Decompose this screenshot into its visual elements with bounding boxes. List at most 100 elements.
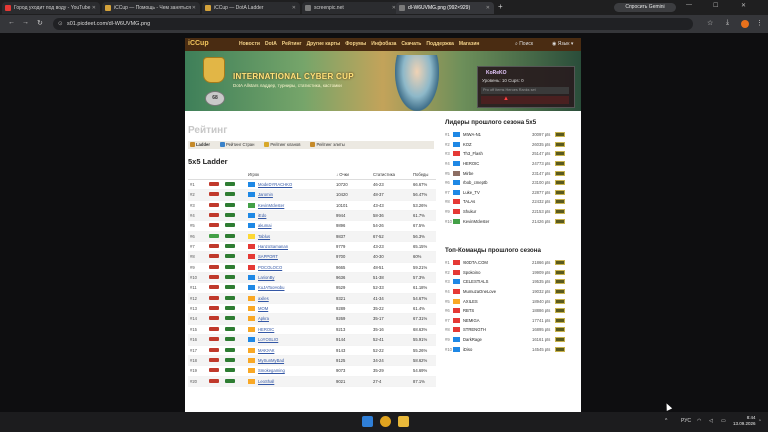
- list-item[interactable]: #10 iDiso 14545 pts: [445, 345, 571, 355]
- list-item[interactable]: #9 DarkRage 16161 pts: [445, 335, 571, 345]
- player-link[interactable]: KuJATooHobu: [258, 283, 284, 292]
- player-link[interactable]: LarionBy: [258, 273, 275, 282]
- close-tab-icon[interactable]: ✕: [292, 2, 296, 14]
- list-item[interactable]: #9 Shukur 22153 pts: [445, 207, 571, 217]
- site-logo[interactable]: iCCup: [188, 40, 209, 47]
- browser-tab-iccup-ladder[interactable]: iCCup — DotA Ladder ✕: [202, 2, 300, 14]
- tab-country-rating[interactable]: Рейтинг Стран: [219, 141, 254, 149]
- list-item[interactable]: #7 Luke_TV 22877 pts: [445, 188, 571, 198]
- item-name[interactable]: rbob_cmeptb: [463, 178, 487, 187]
- site-info-icon[interactable]: ⊙: [58, 18, 63, 30]
- bookmark-star-icon[interactable]: ☆: [707, 19, 713, 27]
- player-link[interactable]: LoYOSLIO: [258, 335, 278, 344]
- nav-rating[interactable]: Рейтинг: [282, 41, 302, 47]
- nav-download[interactable]: Скачать: [401, 41, 421, 47]
- address-bar[interactable]: ⊙ s01.picdeet.com/dl-W6UVMG.png: [53, 18, 693, 30]
- profile-avatar[interactable]: [741, 20, 749, 28]
- close-tab-icon[interactable]: ✕: [92, 2, 96, 14]
- nav-shop[interactable]: Магазин: [459, 41, 480, 47]
- player-link[interactable]: POCOLOCO: [258, 263, 282, 272]
- close-tab-icon[interactable]: ✕: [486, 2, 490, 14]
- maximize-icon[interactable]: ☐: [713, 2, 718, 9]
- list-item[interactable]: #3 Th3_Flash 25147 pts: [445, 149, 571, 159]
- col-points[interactable]: ↓ Очки: [336, 171, 349, 179]
- player-link[interactable]: akumai: [258, 221, 272, 230]
- tab-clan-rating[interactable]: Рейтинг кланов: [264, 141, 300, 149]
- list-item[interactable]: #8 TALAs 22432 pts: [445, 197, 571, 207]
- user-stats-bar[interactable]: Pro off Items Heroes Ranks set: [481, 87, 569, 94]
- player-link[interactable]: KevinMclester: [258, 201, 284, 210]
- list-item[interactable]: #5 AXILES 18940 pts: [445, 297, 571, 307]
- list-item[interactable]: #6 RBTS 18886 pts: [445, 306, 571, 316]
- list-item[interactable]: #6 rbob_cmeptb 23100 pts: [445, 178, 571, 188]
- windows-start-icon[interactable]: [362, 416, 373, 427]
- item-name[interactable]: KevinMclester: [463, 217, 489, 226]
- list-item[interactable]: #5 Mirbe 23147 pts: [445, 169, 571, 179]
- item-name[interactable]: RBTS: [463, 306, 474, 315]
- item-name[interactable]: CELESTIALS: [463, 277, 488, 286]
- browser-tab-image[interactable]: dl-W6UVMG.png (992×929) ✕: [396, 2, 494, 14]
- list-item[interactable]: #7 NEMIGA 17741 pts: [445, 316, 571, 326]
- item-name[interactable]: HEROIC: [463, 159, 479, 168]
- nav-other-maps[interactable]: Другие карты: [307, 41, 341, 47]
- item-name[interactable]: NEMIGA: [463, 316, 480, 325]
- list-item[interactable]: #1 MIWA-N1 30097 pts: [445, 130, 571, 140]
- item-name[interactable]: DarkRage: [463, 335, 482, 344]
- menu-dots-icon[interactable]: ⋮: [756, 19, 763, 27]
- list-item[interactable]: #2 Spokoino 19909 pts: [445, 268, 571, 278]
- minimize-icon[interactable]: —: [686, 2, 692, 8]
- taskbar-clock[interactable]: 8:44 13.09.2026: [733, 415, 756, 427]
- list-item[interactable]: #4 MumuzaOneLove 19032 pts: [445, 287, 571, 297]
- player-link[interactable]: HEROIC: [258, 325, 274, 334]
- player-link[interactable]: Smokegaming: [258, 366, 285, 375]
- item-name[interactable]: iDiso: [463, 345, 472, 354]
- new-tab-icon[interactable]: +: [498, 2, 503, 11]
- browser-tab-iccup-help[interactable]: iCCup — Помощь - Чем заняться ✕: [102, 2, 200, 14]
- list-item[interactable]: #1 !60DTA.COM 21866 pts: [445, 258, 571, 268]
- list-item[interactable]: #4 HEROIC 24773 pts: [445, 159, 571, 169]
- nav-infobase[interactable]: Инфобаза: [371, 41, 396, 47]
- col-player[interactable]: Игрок: [248, 171, 259, 179]
- close-window-icon[interactable]: ✕: [741, 2, 746, 9]
- player-link[interactable]: LeoShall: [258, 377, 274, 386]
- user-name[interactable]: KoReKO: [486, 70, 507, 76]
- list-item[interactable]: #8 STRENGTH 16895 pts: [445, 325, 571, 335]
- keyboard-layout[interactable]: РУС: [681, 418, 691, 424]
- item-name[interactable]: Th3_Flash: [463, 149, 483, 158]
- item-name[interactable]: STRENGTH: [463, 325, 486, 334]
- download-icon[interactable]: ⤓: [726, 19, 729, 27]
- nav-news[interactable]: Новости: [239, 41, 260, 47]
- player-link[interactable]: axiles: [258, 294, 269, 303]
- item-name[interactable]: MumuzaOneLove: [463, 287, 496, 296]
- player-link[interactable]: MySunMyBad: [258, 356, 284, 365]
- user-alert-bar[interactable]: ▲: [481, 96, 569, 104]
- col-wins[interactable]: Победы: [413, 171, 428, 179]
- item-name[interactable]: TALAs: [463, 197, 475, 206]
- item-name[interactable]: Luke_TV: [463, 188, 480, 197]
- player-link[interactable]: Jaromin: [258, 190, 273, 199]
- tab-elite-rating[interactable]: Рейтинг элиты: [310, 141, 345, 149]
- player-link[interactable]: МОМ: [258, 304, 268, 313]
- forward-icon[interactable]: →: [22, 19, 29, 26]
- browser-tab-screenpic[interactable]: screenpic.net ✕: [302, 2, 400, 14]
- player-link[interactable]: SAPPORT: [258, 252, 278, 261]
- player-link[interactable]: ModeDYRACHKO: [258, 180, 292, 189]
- nav-support[interactable]: Поддержка: [426, 41, 454, 47]
- language-selector[interactable]: ◉ Язык ▾: [552, 41, 573, 47]
- player-link[interactable]: Apkra: [258, 314, 269, 323]
- tray-chevron-icon[interactable]: ^: [665, 418, 667, 424]
- battery-icon[interactable]: ▭: [721, 418, 726, 424]
- file-explorer-icon[interactable]: [398, 416, 409, 427]
- item-name[interactable]: !60DTA.COM: [463, 258, 488, 267]
- player-link[interactable]: МАКУАК: [258, 346, 274, 355]
- player-link[interactable]: HanzoSamanan: [258, 242, 288, 251]
- nav-forums[interactable]: Форумы: [345, 41, 366, 47]
- item-name[interactable]: KOZ: [463, 140, 472, 149]
- chrome-icon[interactable]: [380, 416, 391, 427]
- list-item[interactable]: #10 KevinMclester 21426 pts: [445, 217, 571, 227]
- player-link[interactable]: Tablus: [258, 232, 270, 241]
- site-search-button[interactable]: ⌕ Поиск: [515, 41, 533, 47]
- browser-tab-youtube[interactable]: Город уходит под воду - YouTube ✕: [2, 2, 100, 14]
- tab-ladder[interactable]: Ladder: [190, 141, 210, 149]
- item-name[interactable]: Spokoino: [463, 268, 480, 277]
